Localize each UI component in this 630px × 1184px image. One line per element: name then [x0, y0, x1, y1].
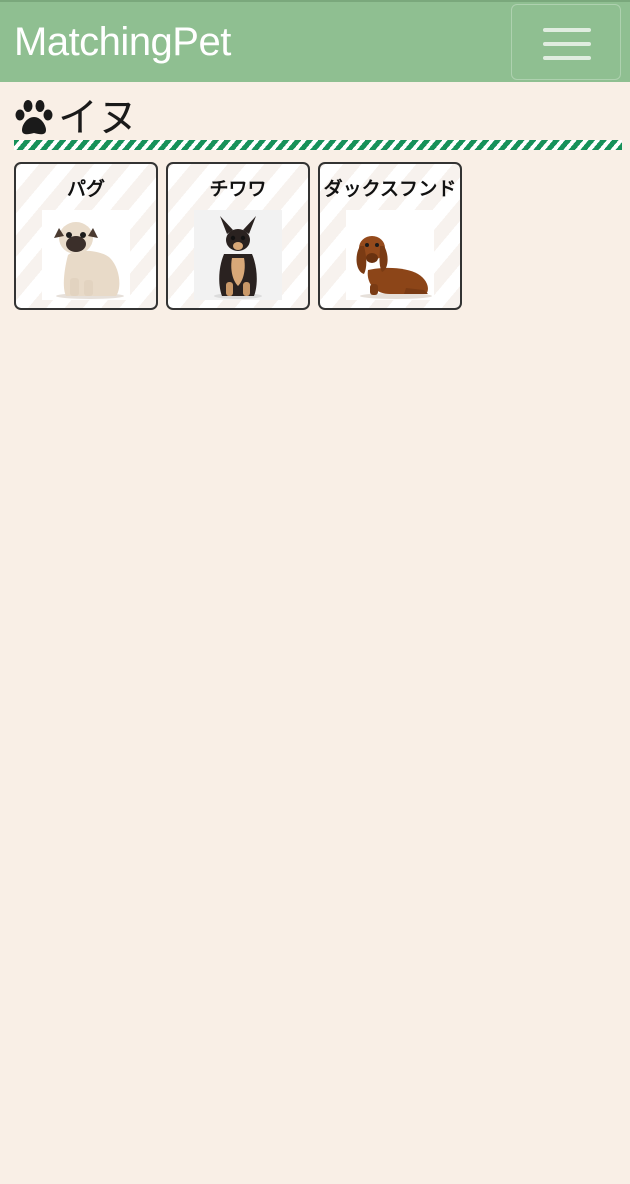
- heading-underline: [14, 140, 622, 150]
- breed-card-chihuahua[interactable]: チワワ: [166, 162, 310, 310]
- menu-toggle-button[interactable]: [511, 4, 621, 80]
- category-heading: イヌ: [14, 96, 138, 140]
- chihuahua-photo: [194, 210, 282, 300]
- dachshund-photo: [346, 210, 434, 300]
- hamburger-menu-icon: [543, 28, 591, 32]
- hamburger-line: [543, 56, 591, 60]
- breed-name: チワワ: [209, 178, 267, 200]
- brand-logo[interactable]: MatchingPet: [14, 20, 231, 64]
- pug-photo: [42, 210, 130, 300]
- breed-card-pug[interactable]: パグ: [14, 162, 158, 310]
- navbar: MatchingPet: [0, 0, 630, 82]
- breed-name: パグ: [66, 178, 105, 200]
- paw-icon: [15, 100, 53, 135]
- breed-card-dachshund[interactable]: ダックスフンド: [318, 162, 462, 310]
- breed-name: ダックスフンド: [323, 178, 457, 200]
- category-title: イヌ: [58, 95, 138, 141]
- hamburger-line: [543, 42, 591, 46]
